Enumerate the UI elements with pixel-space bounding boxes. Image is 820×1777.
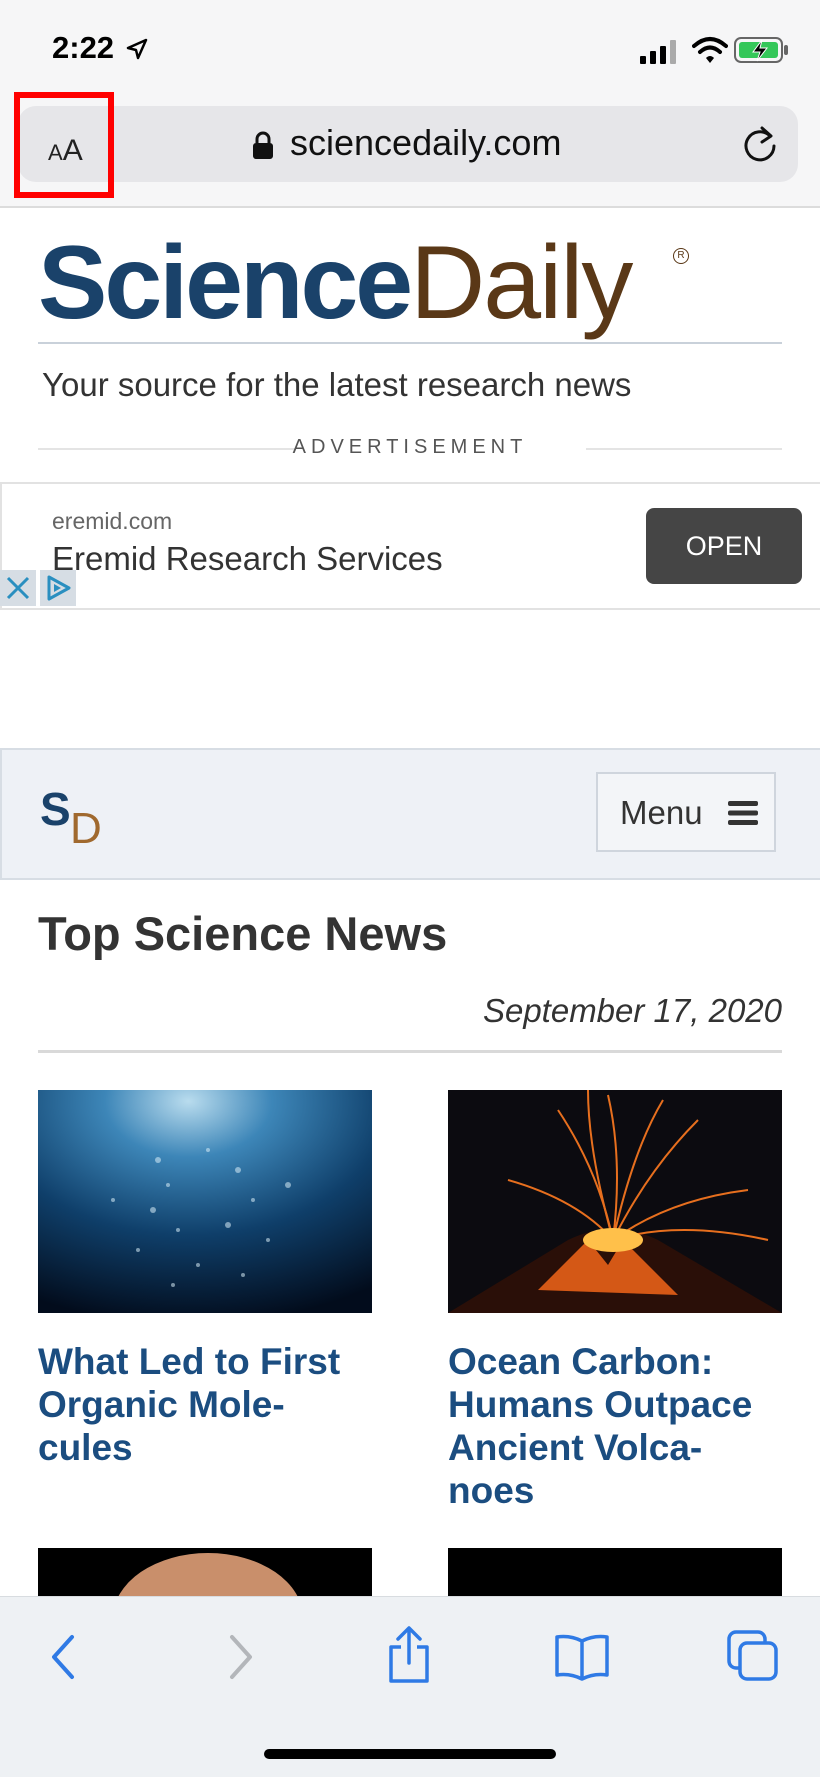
- article-2-title-line[interactable]: Humans Outpace: [448, 1383, 782, 1426]
- registered-mark-icon: R: [673, 248, 689, 264]
- article-1-title-line[interactable]: cules: [38, 1426, 372, 1469]
- home-indicator[interactable]: [264, 1749, 556, 1759]
- reload-icon[interactable]: [740, 124, 780, 164]
- ad-banner[interactable]: eremid.com Eremid Research Services OPEN: [0, 482, 820, 610]
- news-date: September 17, 2020: [482, 992, 782, 1029]
- bookmarks-icon[interactable]: [554, 1633, 610, 1681]
- site-navbar: S D Menu: [0, 748, 820, 880]
- article-2-title[interactable]: Ocean Carbon: Humans Outpace Ancient Vol…: [448, 1340, 782, 1512]
- article-1-title[interactable]: What Led to First Organic Mole- cules: [38, 1340, 372, 1469]
- menu-button[interactable]: Menu: [596, 772, 776, 852]
- lock-icon: [253, 131, 273, 159]
- cellular-signal-icon: [640, 40, 676, 64]
- ad-open-button[interactable]: OPEN: [646, 508, 802, 584]
- hamburger-icon: [728, 801, 758, 825]
- heading-divider: [38, 1050, 782, 1053]
- article-2-image[interactable]: [448, 1090, 782, 1313]
- article-1-image[interactable]: [38, 1090, 372, 1313]
- forward-icon[interactable]: [222, 1631, 258, 1683]
- tabs-icon[interactable]: [726, 1629, 780, 1683]
- article-2-title-line[interactable]: Ancient Volca-: [448, 1426, 782, 1469]
- back-icon[interactable]: [46, 1631, 82, 1683]
- menu-label: Menu: [620, 794, 703, 831]
- ad-close-icon[interactable]: [0, 570, 36, 606]
- url-text[interactable]: sciencedaily.com: [290, 122, 561, 164]
- adchoices-icon[interactable]: [40, 570, 76, 606]
- ad-title[interactable]: Eremid Research Services: [52, 540, 443, 578]
- article-4-image[interactable]: [448, 1548, 782, 1598]
- location-arrow-icon: [126, 38, 148, 60]
- safari-toolbar: [0, 1596, 820, 1777]
- battery-charging-icon: [734, 37, 788, 63]
- text-size-button[interactable]: AA: [14, 92, 114, 198]
- sd-logo-d[interactable]: D: [70, 804, 102, 854]
- article-2-title-line[interactable]: noes: [448, 1469, 782, 1512]
- article-3-image[interactable]: [38, 1548, 372, 1598]
- share-icon[interactable]: [384, 1625, 434, 1685]
- aa-icon: AA: [48, 134, 83, 167]
- site-tagline: Your source for the latest research news: [42, 366, 632, 403]
- status-bar: 2:22: [0, 0, 820, 100]
- article-1-title-line[interactable]: Organic Mole-: [38, 1383, 372, 1426]
- sd-logo-s[interactable]: S: [40, 782, 71, 836]
- advertisement-label-row: ADVERTISEMENT: [38, 436, 782, 462]
- wifi-icon: [692, 37, 728, 63]
- logo-divider: [38, 342, 782, 344]
- article-2-title-line[interactable]: Ocean Carbon:: [448, 1340, 782, 1383]
- status-time: 2:22: [52, 30, 115, 65]
- ad-domain: eremid.com: [52, 508, 173, 534]
- site-logo[interactable]: ScienceDaily: [38, 228, 633, 338]
- ad-label-line-right: [586, 448, 782, 450]
- article-1-title-line[interactable]: What Led to First: [38, 1340, 372, 1383]
- page-heading: Top Science News: [38, 907, 448, 960]
